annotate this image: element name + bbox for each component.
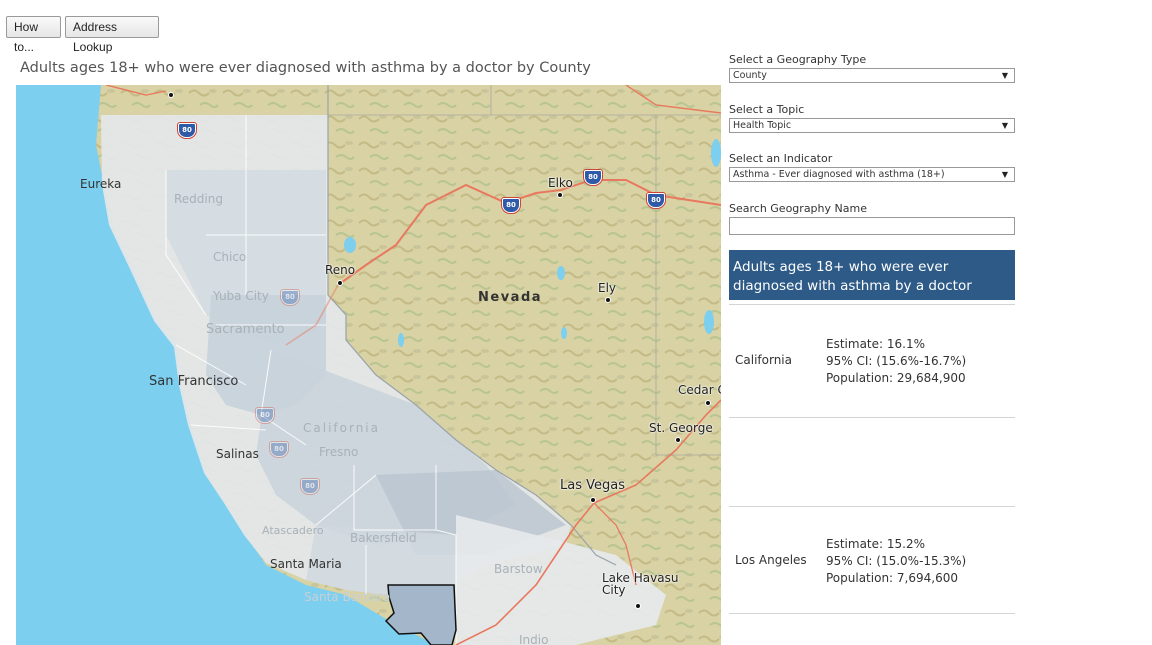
result-population: Population: 7,694,600 <box>826 571 958 585</box>
city-label-santa-barbara: Santa Barbara <box>304 590 391 604</box>
map-title: Adults ages 18+ who were ever diagnosed … <box>20 60 591 76</box>
city-label-yuba-city: Yuba City <box>213 289 269 303</box>
how-to-button[interactable]: How to... <box>6 16 61 54</box>
state-label-california: California <box>303 421 380 435</box>
city-marker <box>635 603 641 609</box>
city-label-lake-havasu: Lake Havasu City <box>602 571 679 597</box>
city-label-indio: Indio <box>519 633 549 645</box>
indicator-value: Asthma - Ever diagnosed with asthma (18+… <box>733 169 945 180</box>
divider <box>729 613 1015 614</box>
result-population: Population: 29,684,900 <box>826 371 966 385</box>
map-base <box>96 85 721 645</box>
topic-select[interactable]: Health Topic ▼ <box>729 118 1015 133</box>
city-label-st-george: St. George <box>649 421 713 435</box>
city-marker <box>675 437 681 443</box>
interstate-shield-icon: 80 <box>270 442 288 457</box>
divider <box>729 417 1015 418</box>
interstate-shield-icon: 80 <box>647 193 665 208</box>
topic-label: Select a Topic <box>729 103 805 116</box>
city-label-cedar-city: Cedar C <box>678 383 721 397</box>
result-name: California <box>735 353 792 367</box>
result-estimate: Estimate: 16.1% <box>826 337 925 351</box>
state-label-nevada: Nevada <box>478 290 543 305</box>
city-label-redding: Redding <box>174 192 223 206</box>
city-label-atascadero: Atascadero <box>262 524 324 537</box>
search-label: Search Geography Name <box>729 202 867 215</box>
city-label-salinas: Salinas <box>216 447 259 461</box>
city-marker <box>590 497 596 503</box>
city-label-elko: Elko <box>548 176 573 190</box>
city-label-santa-maria: Santa Maria <box>270 557 342 571</box>
city-marker <box>337 280 343 286</box>
county-map[interactable]: 80 80 80 80 80 80 80 80 Eureka Redding C… <box>16 85 721 645</box>
city-label-reno: Reno <box>325 263 356 277</box>
result-stats: Estimate: 16.1% 95% CI: (15.6%-16.7%) Po… <box>826 336 966 387</box>
city-marker <box>557 192 563 198</box>
geo-type-label: Select a Geography Type <box>729 53 867 66</box>
interstate-shield-icon: 80 <box>281 290 299 305</box>
topic-value: Health Topic <box>733 120 792 131</box>
city-label-barstow: Barstow <box>494 562 543 576</box>
interstate-shield-icon: 80 <box>301 479 319 494</box>
indicator-select[interactable]: Asthma - Ever diagnosed with asthma (18+… <box>729 167 1015 182</box>
city-label-las-vegas: Las Vegas <box>560 478 625 493</box>
result-name: Los Angeles <box>735 553 807 567</box>
search-geography-input[interactable] <box>729 217 1015 235</box>
result-ci: 95% CI: (15.6%-16.7%) <box>826 354 967 368</box>
result-stats: Estimate: 15.2% 95% CI: (15.0%-15.3%) Po… <box>826 536 966 587</box>
address-lookup-button[interactable]: Address Lookup <box>65 16 159 54</box>
interstate-shield-icon: 80 <box>178 123 196 138</box>
city-label-sacramento: Sacramento <box>206 322 285 337</box>
indicator-header: Adults ages 18+ who were ever diagnosed … <box>729 250 1015 300</box>
city-label-ely: Ely <box>598 281 617 295</box>
dropdown-arrow-icon: ▼ <box>1001 170 1008 179</box>
geo-type-select[interactable]: County ▼ <box>729 68 1015 83</box>
city-label-fresno: Fresno <box>319 445 359 459</box>
city-label-bakersfield: Bakersfield <box>350 531 417 545</box>
geo-type-value: County <box>733 70 767 81</box>
result-estimate: Estimate: 15.2% <box>826 537 925 551</box>
dropdown-arrow-icon: ▼ <box>1001 71 1008 80</box>
result-ci: 95% CI: (15.0%-15.3%) <box>826 554 967 568</box>
city-label-eureka: Eureka <box>80 177 122 191</box>
dropdown-arrow-icon: ▼ <box>1001 121 1008 130</box>
divider <box>729 304 1015 305</box>
interstate-shield-icon: 80 <box>256 408 274 423</box>
city-marker <box>168 92 174 98</box>
interstate-shield-icon: 80 <box>584 170 602 185</box>
divider <box>729 506 1015 507</box>
interstate-shield-icon: 80 <box>502 198 520 213</box>
city-label-san-francisco: San Francisco <box>149 374 239 389</box>
city-marker <box>705 400 711 406</box>
city-marker <box>605 297 611 303</box>
city-label-chico: Chico <box>213 250 247 264</box>
indicator-label: Select an Indicator <box>729 152 833 165</box>
